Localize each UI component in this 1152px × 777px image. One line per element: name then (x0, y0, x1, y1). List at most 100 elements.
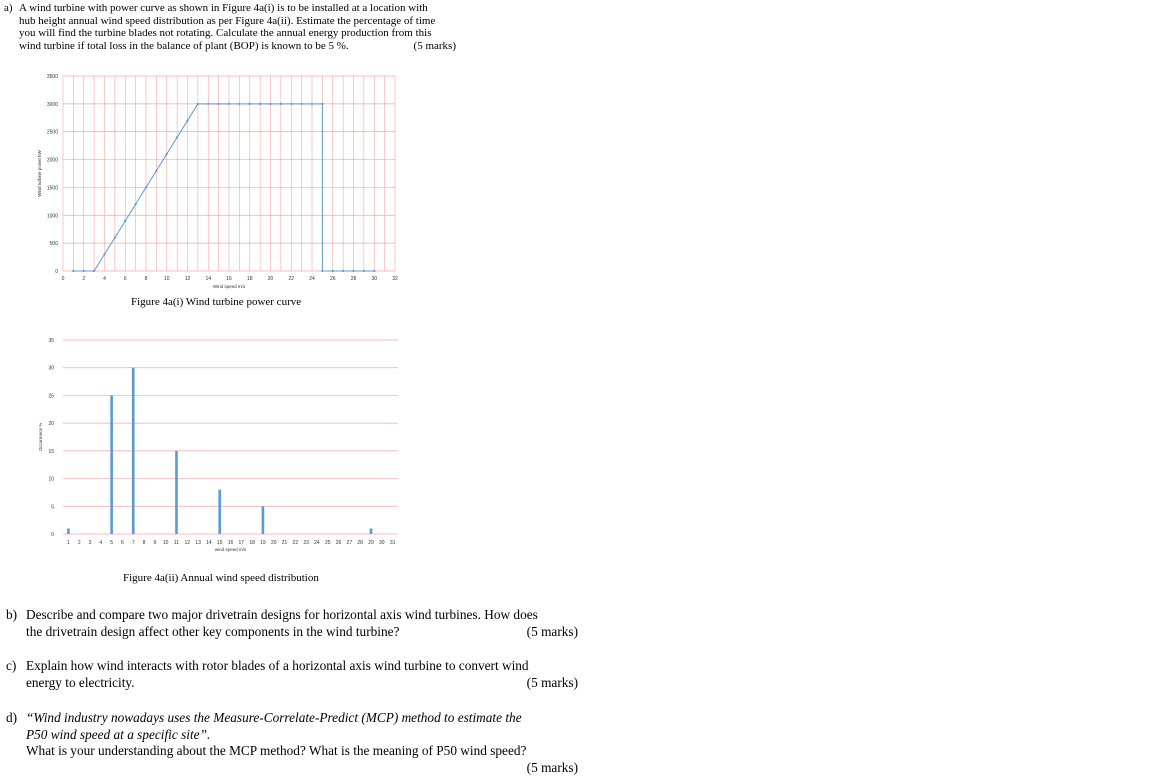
bar (175, 450, 178, 534)
x-tick-label: 16 (228, 540, 234, 546)
x-tick-label: 28 (351, 276, 357, 282)
data-point (134, 203, 137, 206)
data-point (279, 102, 282, 105)
question-a: a) A wind turbine with power curve as sh… (4, 2, 456, 53)
x-tick-label: 6 (121, 540, 124, 546)
x-tick-label: 12 (184, 540, 190, 546)
y-tick-label: 5 (51, 504, 54, 510)
bar (67, 528, 70, 534)
question-c-prefix: c) (6, 658, 17, 673)
x-tick-label: 6 (124, 276, 127, 282)
data-point (196, 102, 199, 105)
x-tick-label: 15 (217, 540, 223, 546)
question-b-line-2: the drivetrain design affect other key c… (26, 623, 400, 639)
data-point (331, 269, 334, 273)
power-curve-chart: 05001000150020002500300035000 2 4 6 8 10 12 14 1… (37, 74, 398, 289)
question-d-prefix: d) (6, 710, 18, 725)
y-tick-label: 35 (48, 338, 54, 344)
data-point (186, 119, 189, 122)
x-tick-label: 20 (268, 276, 274, 282)
data-point (352, 269, 355, 273)
bar (110, 395, 113, 534)
x-tick-label: 0 (62, 276, 65, 282)
wind-distribution-chart: 051015202530351 2 3 4 5 6 7 8 9 10 11 12 13 14 15 16 17 1… (38, 338, 398, 552)
x-tick-label: 32 (392, 276, 398, 282)
x-tick-label: 3 (89, 540, 92, 546)
y-tick-label: 3500 (47, 74, 58, 80)
question-d-italic-line-1: “Wind industry nowadays uses the Measure… (26, 710, 522, 725)
x-tick-label: 7 (132, 540, 135, 546)
x-tick-label: 13 (195, 540, 201, 546)
y-tick-label: 1500 (47, 185, 58, 191)
question-b-prefix: b) (6, 607, 18, 622)
y-tick-label: 30 (48, 366, 54, 372)
figure-4a-i-caption: Figure 4a(i) Wind turbine power curve (131, 296, 302, 308)
data-point (269, 102, 272, 105)
data-point (259, 102, 262, 105)
x-tick-label: 26 (336, 540, 342, 546)
question-c-marks: (5 marks) (526, 674, 578, 690)
data-point (165, 152, 168, 156)
data-point (321, 269, 324, 273)
question-d-line-3: What is your understanding about the MCP… (26, 743, 527, 759)
question-a-marks: (5 marks) (413, 40, 456, 53)
x-tick-label: 24 (309, 276, 315, 282)
data-point (144, 186, 148, 189)
x-tick-label: 19 (260, 540, 266, 546)
x-tick-label: 4 (103, 276, 106, 282)
question-c-line-1: Explain how wind interacts with rotor bl… (26, 658, 529, 673)
data-point (373, 269, 376, 273)
x-tick-label: 8 (145, 276, 148, 282)
question-b: b) Describe and compare two major drivet… (6, 607, 578, 640)
y-tick-label: 2500 (47, 130, 58, 136)
question-d-italic-line-2: P50 wind speed at a specific site”. (26, 726, 211, 742)
x-tick-label: 2 (82, 276, 85, 282)
question-d-marks: (5 marks) (526, 760, 578, 776)
data-point (72, 269, 75, 273)
x-tick-label: 18 (249, 540, 255, 546)
x-tick-label: 30 (371, 276, 377, 282)
data-point (124, 219, 127, 222)
data-point (300, 102, 303, 105)
bar (261, 506, 265, 534)
x-tick-label: 25 (325, 540, 331, 546)
y-tick-label: 2000 (47, 158, 58, 164)
data-point (342, 269, 345, 273)
y-tick-label: 3000 (47, 102, 58, 108)
question-a-line-4: wind turbine if total loss in the balanc… (19, 40, 349, 53)
data-point (93, 269, 96, 273)
x-axis-label: wind speed m/s (215, 547, 247, 552)
data-point (82, 269, 85, 273)
data-point (248, 102, 251, 105)
x-tick-label: 1 (67, 540, 70, 546)
x-tick-label: 4 (99, 540, 102, 546)
x-tick-label: 17 (239, 540, 245, 546)
y-tick-label: 15 (48, 449, 54, 455)
data-point (321, 102, 324, 105)
data-point (362, 269, 365, 273)
question-a-line-1: A wind turbine with power curve as shown… (19, 2, 428, 14)
x-tick-label: 27 (347, 540, 353, 546)
y-tick-label: 0 (55, 269, 58, 275)
x-tick-label: 11 (174, 540, 179, 546)
question-b-line-1: Describe and compare two major drivetrai… (26, 607, 538, 622)
bar (131, 367, 135, 534)
y-tick-label: 10 (48, 477, 54, 483)
x-tick-label: 20 (271, 540, 277, 546)
question-a-prefix: a) (4, 2, 13, 14)
data-point (113, 236, 116, 239)
question-c-line-2: energy to electricity. (26, 674, 135, 690)
data-point (207, 102, 210, 105)
x-tick-label: 14 (206, 540, 212, 546)
x-tick-label: 26 (330, 276, 336, 282)
x-tick-label: 9 (153, 540, 156, 546)
y-tick-label: 500 (50, 241, 59, 247)
data-point (238, 102, 241, 105)
y-axis-label: Wind turbine power kW (37, 149, 42, 196)
data-point (103, 253, 106, 256)
x-axis-label: Wind speed m/s (213, 284, 246, 289)
y-axis-label: Occurrence % (38, 423, 43, 452)
data-point (290, 102, 293, 105)
question-c: c) Explain how wind interacts with rotor… (6, 658, 578, 691)
question-a-line-3: you will find the turbine blades not rot… (19, 27, 432, 40)
